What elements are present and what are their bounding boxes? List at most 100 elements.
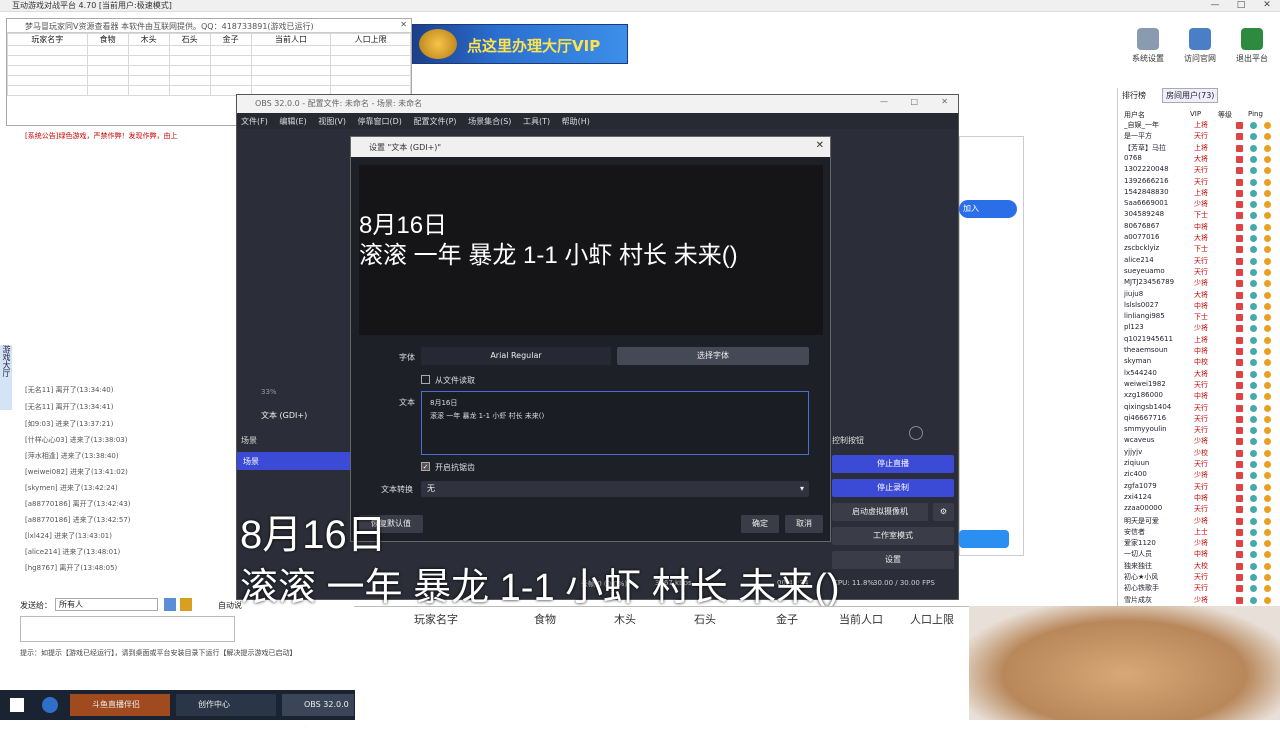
user-row[interactable]: 0768 大将 (1124, 154, 1274, 165)
minimize-button[interactable]: — (1204, 0, 1226, 10)
from-file-checkbox[interactable] (421, 375, 430, 384)
settings-button[interactable]: 系统设置 (1124, 28, 1172, 64)
stop-stream-button[interactable]: 停止直播 (832, 455, 954, 473)
user-row[interactable]: jiuju8 大将 (1124, 290, 1274, 301)
tab-leaderboard[interactable]: 排行榜 (1122, 90, 1146, 101)
transform-select[interactable]: 无 ▾ (421, 481, 809, 497)
popup-action-button[interactable] (959, 530, 1009, 548)
menu-file[interactable]: 文件(F) (241, 117, 268, 126)
maximize-button[interactable]: □ (1230, 0, 1252, 10)
user-row[interactable]: 初心铁歌手 天行 (1124, 583, 1274, 594)
user-row[interactable]: zscbcklyiz 下士 (1124, 244, 1274, 255)
user-row[interactable]: 80676867 中将 (1124, 222, 1274, 233)
user-row[interactable]: 一切人员 中将 (1124, 549, 1274, 560)
browser-icon[interactable] (42, 697, 58, 713)
user-row[interactable]: 爱家1120 少将 (1124, 538, 1274, 549)
user-row[interactable]: q1021945611 上将 (1124, 335, 1274, 346)
game-hall-tab[interactable]: 游戏大厅 (0, 345, 12, 410)
scene-item[interactable]: 场景 (237, 452, 351, 470)
menu-edit[interactable]: 编辑(E) (279, 117, 306, 126)
status-icon (1250, 562, 1257, 570)
user-row[interactable]: 独来独往 大校 (1124, 561, 1274, 572)
ok-button[interactable]: 确定 (741, 515, 779, 533)
emoji-icon[interactable] (180, 598, 192, 611)
user-row[interactable]: zzaa00000 天行 (1124, 504, 1274, 515)
user-row[interactable]: _自娱_一年 上将 (1124, 120, 1274, 131)
vip-banner[interactable]: 点这里办理大厅VIP (412, 24, 628, 64)
menu-tools[interactable]: 工具(T) (523, 117, 550, 126)
user-row[interactable]: 雪片成灰 少将 (1124, 595, 1274, 606)
send-target-select[interactable]: 所有人 (55, 598, 158, 611)
user-row[interactable]: smmyyoulin 天行 (1124, 425, 1274, 436)
chat-input[interactable] (20, 616, 235, 642)
taskbar-item[interactable]: 创作中心 (176, 694, 276, 716)
user-row[interactable]: 【芳草】马拉 上将 (1124, 143, 1274, 154)
exit-button[interactable]: 退出平台 (1228, 28, 1276, 64)
virtual-camera-button[interactable]: 启动虚拟摄像机 (832, 503, 928, 521)
user-row[interactable]: 明天是可爱 少将 (1124, 516, 1274, 527)
auto-say-checkbox[interactable]: 自动说 (218, 600, 242, 611)
antialias-checkbox[interactable]: ✓ (421, 462, 430, 471)
col-header: 金子 (209, 33, 252, 46)
close-button[interactable]: ✕ (1256, 0, 1278, 10)
user-row[interactable]: sueyeuamo 天行 (1124, 267, 1274, 278)
user-row[interactable]: zic400 少将 (1124, 470, 1274, 481)
user-row[interactable]: Saa6669001 少将 (1124, 199, 1274, 210)
studio-mode-button[interactable]: 工作室模式 (832, 527, 954, 545)
taskbar-item[interactable]: OBS 32.0.0 - (282, 694, 354, 731)
tab-room-users[interactable]: 房间用户(73) (1162, 88, 1219, 103)
status-icon (1250, 494, 1257, 502)
cancel-button[interactable]: 取消 (785, 515, 823, 533)
ping-icon (1264, 122, 1271, 129)
user-row[interactable]: 初心★小风 天行 (1124, 572, 1274, 583)
user-row[interactable]: 1392666216 天行 (1124, 177, 1274, 188)
menu-profile[interactable]: 配置文件(P) (413, 117, 456, 126)
user-row[interactable]: linliangi985 下士 (1124, 312, 1274, 323)
zoom-level[interactable]: 33% (261, 388, 277, 396)
user-row[interactable]: 304589248 下士 (1124, 210, 1274, 221)
user-row[interactable]: weiwei1982 天行 (1124, 380, 1274, 391)
user-row[interactable]: zxi4124 中将 (1124, 493, 1274, 504)
text-input[interactable]: 8月16日 滚滚 一年 暴龙 1-1 小虾 村长 未来() (421, 391, 809, 455)
user-row[interactable]: 1542848830 上将 (1124, 188, 1274, 199)
menu-help[interactable]: 帮助(H) (562, 117, 590, 126)
user-row[interactable]: theaemsoun 中将 (1124, 346, 1274, 357)
windows-start-icon[interactable] (10, 698, 24, 712)
menu-docks[interactable]: 停靠窗口(D) (358, 117, 402, 126)
level-icon (1236, 461, 1243, 468)
status-icon (1250, 596, 1257, 604)
stop-record-button[interactable]: 停止录制 (832, 479, 954, 497)
dialog-close[interactable]: ✕ (816, 140, 824, 151)
user-row[interactable]: MJTJ23456789 少将 (1124, 278, 1274, 289)
menu-scene-collection[interactable]: 场景集合(S) (468, 117, 511, 126)
settings-button-obs[interactable]: 设置 (832, 551, 954, 569)
gear-icon[interactable]: ⚙ (933, 503, 954, 521)
font-format-icon[interactable] (164, 598, 176, 611)
user-rank: 大校 (1194, 561, 1208, 570)
user-row[interactable]: wcaveus 少将 (1124, 436, 1274, 447)
user-row[interactable]: 1302220048 天行 (1124, 165, 1274, 176)
user-row[interactable]: ziqiuun 天行 (1124, 459, 1274, 470)
select-font-button[interactable]: 选择字体 (617, 347, 809, 365)
user-row[interactable]: lx544240 大将 (1124, 369, 1274, 380)
user-row[interactable]: alice214 天行 (1124, 256, 1274, 267)
user-row[interactable]: a0077016 大将 (1124, 233, 1274, 244)
user-row[interactable]: 安信者 上士 (1124, 527, 1274, 538)
obs-maximize[interactable]: □ (910, 97, 918, 106)
user-row[interactable]: xzg186000 中将 (1124, 391, 1274, 402)
website-button[interactable]: 访问官网 (1176, 28, 1224, 64)
menu-view[interactable]: 视图(V) (318, 117, 346, 126)
score-viewer-close[interactable]: ✕ (400, 20, 407, 29)
user-row[interactable]: lslsls0027 中将 (1124, 301, 1274, 312)
user-row[interactable]: skyman 中校 (1124, 357, 1274, 368)
join-button[interactable]: 加入 (959, 200, 1017, 218)
user-row[interactable]: 是一平方 天行 (1124, 131, 1274, 142)
user-row[interactable]: pl123 少将 (1124, 323, 1274, 334)
user-row[interactable]: zgfa1079 天行 (1124, 482, 1274, 493)
user-row[interactable]: qixingsb1404 天行 (1124, 403, 1274, 414)
user-row[interactable]: qi46667716 天行 (1124, 414, 1274, 425)
user-row[interactable]: yjjyjv 少校 (1124, 448, 1274, 459)
obs-minimize[interactable]: — (880, 97, 888, 106)
obs-close[interactable]: ✕ (941, 97, 948, 106)
taskbar-item[interactable]: 斗鱼直播伴侣 (70, 694, 170, 716)
